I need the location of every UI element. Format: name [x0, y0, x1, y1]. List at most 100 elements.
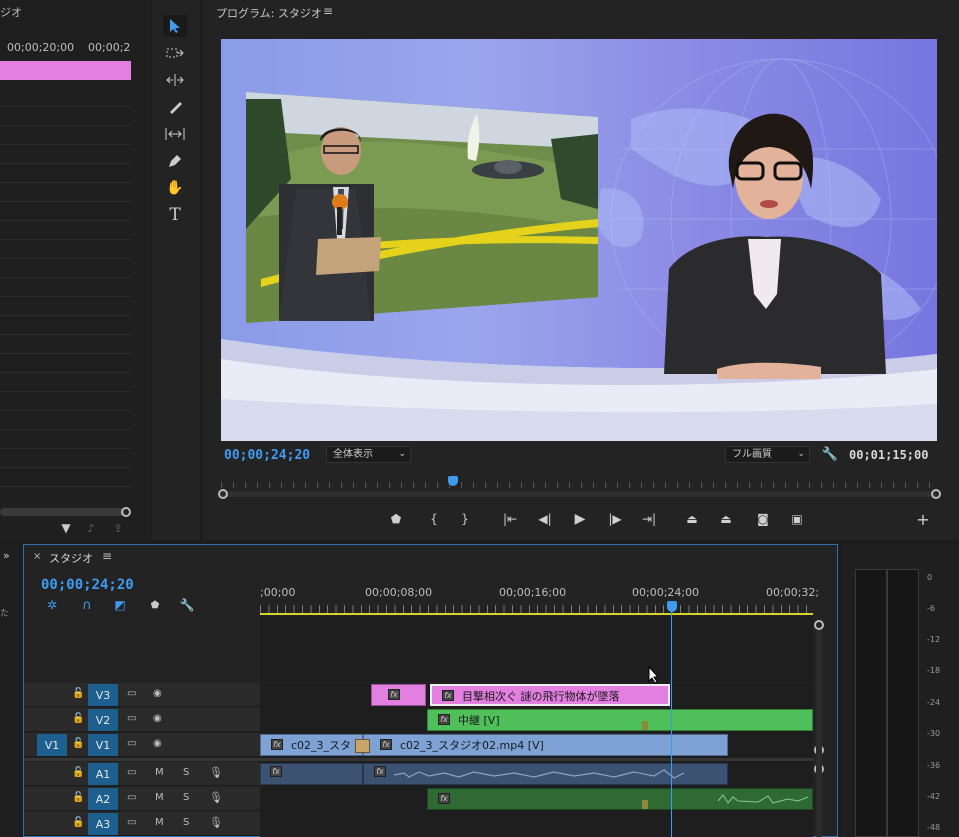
wrench-icon[interactable]: 🔧	[822, 446, 838, 462]
add-marker-icon[interactable]: ⬟	[385, 510, 407, 528]
lock-icon[interactable]: 🔓	[72, 817, 84, 828]
compare-icon[interactable]: ▣	[786, 510, 808, 528]
step-back-icon[interactable]: ◀|	[534, 510, 556, 528]
snap-icon[interactable]: ✲	[44, 598, 60, 612]
expand-panels-icon[interactable]: »	[3, 549, 10, 562]
timeline-current-time[interactable]: 00;00;24;20	[41, 577, 134, 593]
v1-clip-b[interactable]: fx c02_3_スタジオ02.mp4 [V]	[363, 734, 728, 756]
selection-tool-icon[interactable]	[163, 15, 187, 37]
eye-icon[interactable]: ◉	[153, 713, 162, 724]
source-clip-pink[interactable]	[0, 61, 131, 80]
track-target-v1[interactable]: V1	[88, 734, 118, 756]
play-icon[interactable]: ▶	[569, 510, 591, 528]
timeline-scrollbar-track[interactable]	[816, 630, 822, 837]
eye-icon[interactable]: ◉	[153, 688, 162, 699]
sync-lock-icon[interactable]: ▭	[127, 713, 136, 724]
solo-button[interactable]: S	[183, 792, 189, 803]
program-scroll-left[interactable]	[218, 489, 228, 499]
timeline-tab-menu-icon[interactable]: ≡	[102, 549, 112, 563]
timeline-scroll-handle-top[interactable]	[814, 620, 824, 630]
track-target-v2[interactable]: V2	[88, 709, 118, 731]
lock-icon[interactable]: 🔓	[72, 767, 84, 778]
microphone-icon[interactable]: 🎙	[209, 791, 223, 804]
program-mini-ruler[interactable]	[221, 482, 937, 488]
transition-icon[interactable]	[355, 739, 370, 753]
panel-menu-icon[interactable]: ≡	[323, 4, 333, 18]
camera-icon[interactable]: ◙	[752, 510, 774, 528]
extract-icon[interactable]: ⏏	[715, 510, 737, 528]
keyframe-marker[interactable]	[642, 800, 648, 809]
sync-lock-icon[interactable]: ▭	[127, 817, 136, 828]
mark-in-icon[interactable]: {	[423, 510, 445, 528]
sync-lock-icon[interactable]: ▭	[127, 688, 136, 699]
sync-lock-icon[interactable]: ▭	[127, 792, 136, 803]
source-scrollbar[interactable]	[0, 508, 125, 516]
slip-tool-icon[interactable]	[163, 123, 187, 145]
mark-out-icon[interactable]: }	[454, 510, 476, 528]
program-current-time[interactable]: 00;00;24;20	[224, 448, 310, 463]
step-forward-icon[interactable]: |▶	[604, 510, 626, 528]
sync-lock-icon[interactable]: ▭	[127, 738, 136, 749]
program-scroll-right[interactable]	[931, 489, 941, 499]
go-to-out-icon[interactable]: ⇥|	[638, 510, 660, 528]
add-button-icon[interactable]: +	[912, 510, 934, 529]
pen-tool-icon[interactable]	[163, 150, 187, 172]
track-target-v3[interactable]: V3	[88, 684, 118, 706]
solo-button[interactable]: S	[183, 767, 189, 778]
track-target-a1[interactable]: A1	[88, 763, 118, 785]
program-monitor-title[interactable]: プログラム: スタジオ	[216, 5, 322, 21]
sync-lock-icon[interactable]: ▭	[127, 767, 136, 778]
track-header-a2	[24, 787, 260, 811]
program-scrollbar[interactable]	[221, 491, 937, 497]
marker-icon[interactable]: ⬟	[147, 598, 163, 612]
source-scroll-handle[interactable]	[121, 507, 131, 517]
fx-badge-icon: fx	[442, 690, 454, 701]
source-panel-title[interactable]: ジオ	[0, 4, 22, 20]
quality-select[interactable]: フル画質 ⌄	[725, 446, 810, 463]
filter-icon[interactable]: ▼	[58, 520, 74, 536]
linked-selection-icon[interactable]: ∩	[79, 598, 95, 613]
program-video-frame[interactable]	[221, 39, 937, 441]
microphone-icon[interactable]: 🎙	[209, 766, 223, 779]
eye-icon[interactable]: ◉	[153, 738, 162, 749]
v3-title-clip[interactable]: fx 目撃相次ぐ 謎の飛行物体が墜落	[430, 684, 670, 706]
program-playhead[interactable]	[448, 476, 458, 486]
track-select-tool-icon[interactable]	[163, 42, 187, 64]
a1-waveform	[393, 769, 685, 779]
a2-clip[interactable]: fx	[427, 788, 813, 810]
razor-tool-icon[interactable]	[163, 96, 187, 118]
v2-clip[interactable]: fx 中継 [V]	[427, 709, 813, 731]
lock-icon[interactable]: 🔓	[72, 738, 84, 749]
source-patch-v1[interactable]: V1	[37, 734, 67, 756]
timeline-settings-wrench-icon[interactable]: 🔧	[179, 598, 195, 612]
ripple-edit-tool-icon[interactable]	[163, 69, 187, 91]
timeline-playhead-head[interactable]	[667, 601, 677, 612]
lift-icon[interactable]: ⏏	[681, 510, 703, 528]
type-tool-icon[interactable]: T	[163, 204, 187, 226]
mute-button[interactable]: M	[155, 817, 164, 828]
a1-clip-b[interactable]	[363, 763, 728, 785]
timeline-tab-close-icon[interactable]: ×	[33, 551, 41, 562]
track-target-a3[interactable]: A3	[88, 813, 118, 835]
go-to-in-icon[interactable]: |⇤	[499, 510, 521, 528]
keyframe-marker[interactable]	[642, 721, 648, 730]
timeline-tab[interactable]: スタジオ	[49, 550, 93, 566]
microphone-icon[interactable]: 🎙	[209, 816, 223, 829]
v3-pink-clip-small[interactable]: fx	[371, 684, 426, 706]
track-target-a2[interactable]: A2	[88, 788, 118, 810]
mute-button[interactable]: M	[155, 792, 164, 803]
timeline-playhead-line[interactable]	[671, 612, 672, 837]
lock-icon[interactable]: 🔓	[72, 688, 84, 699]
work-area-bar[interactable]	[260, 613, 813, 615]
video-audio-divider	[24, 758, 814, 761]
hand-tool-icon[interactable]: ✋	[163, 177, 187, 199]
solo-button[interactable]: S	[183, 817, 189, 828]
add-marker-timeline-icon[interactable]: ◩	[112, 598, 128, 612]
source-panel: ジオ 00;00;20;00 00;00;2 ▼ ♪ ⇪	[0, 0, 149, 540]
lock-icon[interactable]: 🔓	[72, 713, 84, 724]
v3-title-clip-label: 目撃相次ぐ 謎の飛行物体が墜落	[462, 690, 620, 703]
zoom-select[interactable]: 全体表示 ⌄	[326, 446, 411, 463]
lock-icon[interactable]: 🔓	[72, 792, 84, 803]
v1-clip-a[interactable]: fx c02_3_スタ	[260, 734, 363, 756]
mute-button[interactable]: M	[155, 767, 164, 778]
